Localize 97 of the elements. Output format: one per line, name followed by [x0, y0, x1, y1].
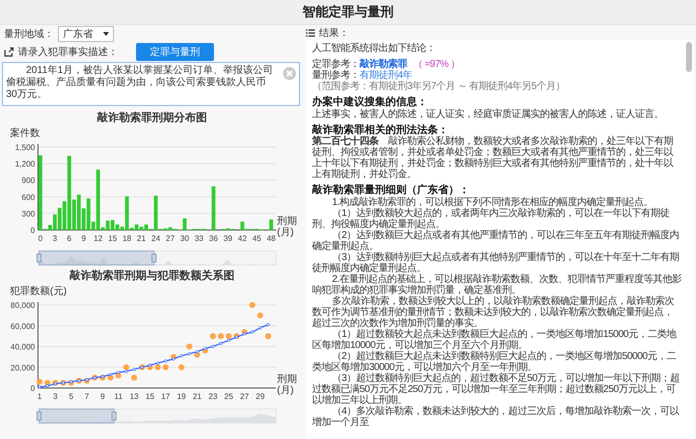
section-text: （3）达到数额特别巨大起点或者有其他特别严重情节的，可以在十年至十二年有期徒刑幅度内确定量刑起点。 — [312, 252, 680, 274]
data-point — [123, 364, 130, 370]
tick-label: 24 — [151, 234, 160, 243]
section-text: （3）超过数额特别巨大起点的，超过数额不足50万元，可以增加一年以下刑期；超过数额已满50万元不足250万元，可以增加一年至三年刑期；超过数额250万元以上，可以增加三年以上刑期。 — [312, 372, 681, 406]
caret-icon — [103, 32, 109, 36]
bar — [269, 219, 274, 230]
tick-label: 6 — [67, 234, 72, 243]
fact-input[interactable]: 2011年1月，被告人张某以掌握某公司订单、举报该公司偷税漏税、产品质量有问题为由，向该公司索要钱款人民币30万元。 — [2, 62, 300, 106]
tick-label: 29 — [256, 392, 265, 401]
clear-icon[interactable] — [283, 67, 296, 80]
axis-title: 刑期(月) — [277, 374, 297, 396]
data-point — [186, 344, 192, 350]
sentence-range: （范围参考：有期徒刑3年另7个月 ～ 有期徒刑4年另5个月） — [312, 81, 566, 92]
data-point — [226, 333, 232, 340]
section-heading: 办案中建议搜集的信息： — [312, 97, 428, 108]
tick-label: 27 — [166, 234, 175, 243]
section-text: （4）多次敲诈勒索，数额未达到较大的，超过三次后，每增加敲诈勒索一次，可以增加一个月至 — [312, 406, 680, 428]
section-text: 2.在量刑起点的基础上，可以根据敲诈勒索数额、次数、犯罪情节严重程度等其他影响犯罪构成的犯罪事实增加刑罚量，确定基准刑。 — [312, 274, 682, 296]
section-text: （1）超过数额较大起点未达到数额巨大起点的，一类地区每增加15000元，二类地区每增加10000元，可以增加三个月至六个月刑期。 — [312, 328, 678, 350]
tick-label: 1,500 — [14, 143, 35, 152]
list-icon — [306, 28, 315, 36]
submit-button[interactable]: 定罪与量刑 — [136, 43, 214, 61]
tick-label: 12 — [94, 234, 103, 243]
scrollbar-thumb[interactable] — [686, 42, 692, 72]
section-text: 第二百七十四条 敲诈勒索公私财物，数额较大或者多次敲诈勒索的，处三年以下有期徒刑、拘役或者管制，并处或者单处罚金；数额巨大或者有其他严重情节的，处三年以上十年以下有期徒刑，并处罚金；数额特别巨大或者有其他特别严重情节的，处十年以上有期徒刑，并处罚金。 — [312, 136, 674, 180]
data-point — [210, 333, 216, 340]
region-select[interactable]: 广东省 — [58, 26, 114, 42]
results-label: 结果： — [319, 26, 349, 40]
sentence-value: 有期徒刑4年 — [360, 70, 412, 81]
section-text: （2）达到数额巨大起点或者有其他严重情节的，可以在三年至五年有期徒刑幅度内确定量刑起点。 — [312, 230, 680, 252]
section-heading: 敲诈勒索罪相关的刑法法条： — [312, 124, 450, 136]
tick-label: 45 — [252, 234, 262, 243]
tick-label: 40,000 — [10, 342, 35, 352]
tick-label: 600 — [22, 192, 35, 202]
tick-label: 1 — [37, 392, 42, 401]
tick-label: 48 — [266, 234, 276, 243]
data-point — [265, 333, 272, 340]
window-title: 智能定罪与量刑 — [302, 3, 394, 21]
tick-label: 13 — [130, 392, 139, 401]
section-text: （2）超过数额巨大起点未达到数额特别巨大起点的，一类地区每增加50000元，二类地区每增加30000元，可以增加六个月至一年刑期。 — [312, 350, 677, 372]
axis-title: 犯罪数额(元) — [10, 286, 67, 297]
tick-label: 42 — [238, 234, 247, 243]
data-point — [162, 364, 169, 370]
tick-label: 21 — [136, 234, 146, 243]
data-point — [154, 364, 161, 370]
section-text: 多次敲诈勒索，数额达到较大以上的，以敲诈勒索数额确定量刑起点，敲诈勒索次数可作为调节基准刑的量刑情节；数额未达到较大的，以敲诈勒索次数确定量刑起点，超过三次的次数作为增加刑罚量的事实。 — [312, 296, 675, 328]
data-point — [131, 374, 138, 381]
tick-label: 60,000 — [10, 322, 35, 331]
tick-label: 39 — [223, 234, 232, 243]
tick-label: 21 — [192, 392, 202, 401]
tick-label: 7 — [84, 392, 90, 401]
tick-label: 5 — [68, 392, 74, 401]
tick-label: 19 — [176, 392, 186, 401]
tick-label: 15 — [108, 234, 117, 243]
result-intro: 人工智能系统得出如下结论： — [312, 43, 436, 54]
section-text: 上述事实，被害人的陈述，证人证实，经庭审质证属实的被害人的陈述，证人证言。 — [312, 108, 664, 120]
tick-label: 0 — [38, 234, 43, 243]
charge-label: 定罪参考： — [312, 59, 360, 70]
edit-icon — [4, 47, 14, 57]
region-label: 量刑地域： — [4, 28, 54, 41]
tick-label: 18 — [122, 234, 132, 243]
confidence-value: （ ≈97% ） — [413, 59, 460, 70]
tick-label: 25 — [224, 392, 234, 401]
tick-label: 33 — [194, 234, 204, 243]
tick-label: 23 — [208, 392, 218, 401]
tick-label: 20,000 — [10, 363, 35, 372]
tick-label: 9 — [81, 234, 86, 243]
tick-label: 17 — [161, 392, 170, 401]
tick-label: 80,000 — [10, 301, 35, 310]
axis-title: 刑期(月) — [277, 216, 297, 238]
chart-title: 敲诈勒索罪刑期分布图 — [96, 110, 208, 125]
data-point — [249, 302, 256, 308]
bar — [212, 186, 216, 230]
tick-label: 36 — [209, 234, 218, 243]
section-heading: 敲诈勒索罪量刑细则（广东省）： — [312, 185, 470, 196]
data-point — [257, 312, 264, 318]
section-text: 1.构成敲诈勒索罪的，可以根据下列不同情形在相应的幅度内确定量刑起点。 — [331, 196, 654, 208]
tick-label: 300 — [22, 209, 35, 218]
data-point — [218, 333, 224, 340]
tick-label: 1,200 — [14, 160, 35, 169]
section-text: （1）达到数额较大起点的，或者两年内三次敲诈勒索的，可以在一年以下有期徒刑、拘役幅度内确定量刑起点。 — [312, 208, 671, 230]
data-point — [178, 364, 184, 370]
chart-title: 敲诈勒索罪刑期与犯罪数额关系图 — [68, 268, 236, 283]
tick-label: 3 — [52, 234, 58, 243]
tick-label: 27 — [240, 392, 249, 401]
tick-label: 900 — [22, 176, 35, 186]
sentence-label: 量刑参考： — [312, 70, 360, 81]
tick-label: 9 — [100, 392, 105, 401]
tick-label: 0 — [30, 226, 35, 235]
prompt-label: 请录入犯罪事实描述： — [18, 46, 118, 59]
tick-label: 0 — [30, 384, 35, 393]
tick-label: 3 — [53, 392, 58, 401]
tick-label: 15 — [145, 392, 154, 401]
tick-label: 11 — [114, 392, 123, 401]
charge-value: 敲诈勒索罪 — [360, 59, 407, 70]
tick-label: 30 — [180, 234, 190, 243]
axis-title: 案件数 — [10, 128, 40, 139]
